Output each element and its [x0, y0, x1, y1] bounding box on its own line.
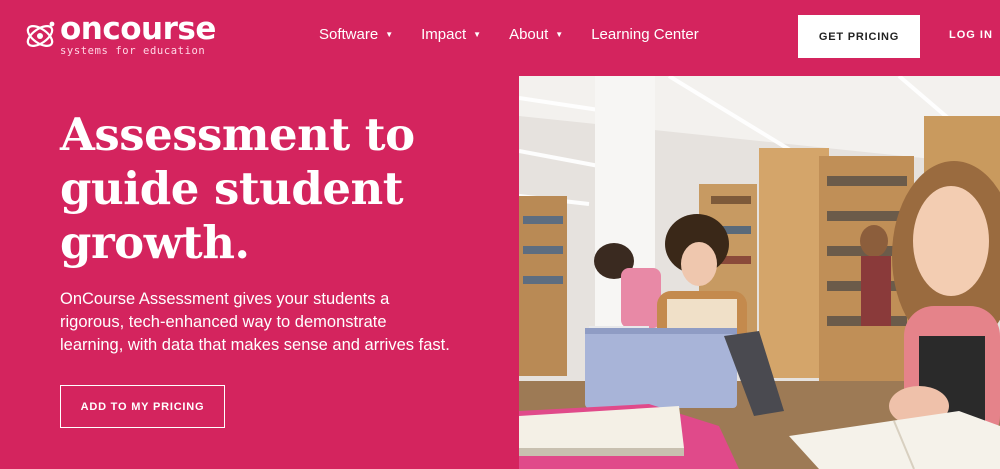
hero-headline-line: guide student — [60, 162, 403, 215]
hero-headline-line: growth. — [60, 216, 250, 269]
main-nav: Software ▼ Impact ▼ About ▼ Learning Cen… — [319, 26, 699, 43]
caret-down-icon: ▼ — [385, 30, 394, 39]
hero-description: OnCourse Assessment gives your students … — [60, 288, 480, 357]
nav-item-label: About — [509, 26, 549, 43]
nav-item-label: Impact — [421, 26, 467, 43]
hero-headline: Assessment to guide student growth. — [60, 108, 480, 270]
caret-down-icon: ▼ — [555, 30, 564, 39]
hero-photo-library-students — [519, 76, 1000, 469]
add-to-my-pricing-button[interactable]: ADD TO MY PRICING — [60, 385, 225, 428]
hero-description-line: rigorous, tech-enhanced way to demonstra… — [60, 313, 387, 331]
hero-description-line: learning, with data that makes sense and… — [60, 336, 450, 354]
hero-description-line: OnCourse Assessment gives your students … — [60, 290, 390, 308]
nav-item-software[interactable]: Software ▼ — [319, 26, 393, 43]
hero-headline-line: Assessment to — [60, 108, 415, 161]
logo-wordmark: oncourse — [60, 11, 216, 47]
caret-down-icon: ▼ — [473, 30, 482, 39]
nav-item-label: Software — [319, 26, 379, 43]
log-in-link[interactable]: LOG IN — [949, 29, 993, 41]
get-pricing-button[interactable]: GET PRICING — [798, 15, 920, 58]
nav-item-impact[interactable]: Impact ▼ — [421, 26, 481, 43]
logo-tagline: systems for education — [60, 45, 206, 57]
atom-orbit-icon — [22, 17, 58, 53]
oncourse-logo[interactable]: oncourse systems for education — [22, 14, 216, 57]
nav-item-label: Learning Center — [591, 26, 699, 43]
nav-item-learning-center[interactable]: Learning Center — [591, 26, 699, 43]
nav-item-about[interactable]: About ▼ — [509, 26, 563, 43]
